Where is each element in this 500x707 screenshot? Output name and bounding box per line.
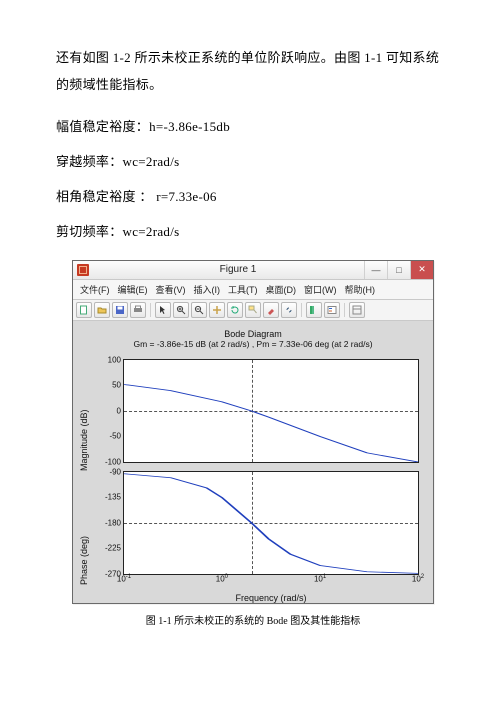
plot-margins-text: Gm = -3.86e-15 dB (at 2 rad/s) , Pm = 7.… — [79, 339, 427, 349]
menu-help[interactable]: 帮助(H) — [342, 282, 379, 297]
titlebar: Figure 1 ― □ ✕ — [73, 261, 433, 280]
gain-crossover-line: 剪切频率：wc=2rad/s — [56, 218, 450, 245]
open-icon[interactable] — [94, 302, 110, 318]
gain-margin-line: 幅值稳定裕度：h=-3.86e-15db — [56, 113, 450, 140]
close-button[interactable]: ✕ — [410, 261, 433, 279]
phase-ytick: -135 — [105, 493, 121, 502]
crossover-freq-line: 穿越频率：wc=2rad/s — [56, 148, 450, 175]
figure-window: Figure 1 ― □ ✕ 文件(F) 编辑(E) 查看(V) 插入(I) 工… — [72, 260, 434, 604]
figure-caption: 图 1-1 所示未校正的系统的 Bode 图及其性能指标 — [56, 612, 450, 627]
rotate-icon[interactable] — [227, 302, 243, 318]
xtick: 10-1 — [117, 574, 131, 584]
menu-tools[interactable]: 工具(T) — [225, 282, 261, 297]
phase-ytick: -90 — [109, 467, 121, 476]
legend-icon[interactable] — [324, 302, 340, 318]
intro-paragraph: 还有如图 1-2 所示未校正系统的单位阶跃响应。由图 1-1 可知系统的频域性能… — [56, 44, 450, 99]
xtick: 100 — [216, 574, 228, 584]
phase-ytick: -225 — [105, 544, 121, 553]
mag-ytick: -50 — [109, 432, 121, 441]
frequency-xlabel: Frequency (rad/s) — [123, 593, 419, 603]
magnitude-ylabel: Magnitude (dB) — [79, 459, 89, 471]
mag-ytick: -100 — [105, 457, 121, 466]
maximize-button[interactable]: □ — [387, 261, 410, 279]
datatip-icon[interactable] — [245, 302, 261, 318]
zoom-out-icon[interactable] — [191, 302, 207, 318]
matlab-app-icon — [77, 264, 89, 276]
xtick: 102 — [412, 574, 424, 584]
print-icon[interactable] — [130, 302, 146, 318]
new-file-icon[interactable] — [76, 302, 92, 318]
mag-ytick: 50 — [112, 381, 121, 390]
phase-curve — [124, 472, 418, 574]
menubar: 文件(F) 编辑(E) 查看(V) 插入(I) 工具(T) 桌面(D) 窗口(W… — [73, 280, 433, 300]
phase-margin-line: 相角稳定裕度 ： r=7.33e-06 — [56, 183, 450, 210]
phase-axes: -90 -135 -180 -225 -270 10-1 100 101 102 — [123, 471, 419, 575]
menu-view[interactable]: 查看(V) — [153, 282, 189, 297]
plot-area: Bode Diagram Gm = -3.86e-15 dB (at 2 rad… — [73, 321, 433, 603]
plot-title: Bode Diagram — [79, 329, 427, 339]
save-icon[interactable] — [112, 302, 128, 318]
mag-ytick: 0 — [117, 406, 121, 415]
xtick: 101 — [314, 574, 326, 584]
body-text: 还有如图 1-2 所示未校正系统的单位阶跃响应。由图 1-1 可知系统的频域性能… — [56, 44, 450, 246]
pointer-icon[interactable] — [155, 302, 171, 318]
layout-icon[interactable] — [349, 302, 365, 318]
minimize-button[interactable]: ― — [364, 261, 387, 279]
menu-window[interactable]: 窗口(W) — [301, 282, 340, 297]
brush-icon[interactable] — [263, 302, 279, 318]
toolbar — [73, 300, 433, 321]
pan-icon[interactable] — [209, 302, 225, 318]
phase-ylabel: Phase (deg) — [79, 573, 89, 585]
link-icon[interactable] — [281, 302, 297, 318]
colorbar-icon[interactable] — [306, 302, 322, 318]
mag-ytick: 100 — [108, 355, 121, 364]
magnitude-axes: 100 50 0 -50 -100 — [123, 359, 419, 463]
magnitude-curve — [124, 360, 418, 462]
menu-insert[interactable]: 插入(I) — [191, 282, 224, 297]
zoom-in-icon[interactable] — [173, 302, 189, 318]
menu-desktop[interactable]: 桌面(D) — [263, 282, 300, 297]
phase-ytick: -180 — [105, 518, 121, 527]
menu-file[interactable]: 文件(F) — [77, 282, 113, 297]
menu-edit[interactable]: 编辑(E) — [115, 282, 151, 297]
